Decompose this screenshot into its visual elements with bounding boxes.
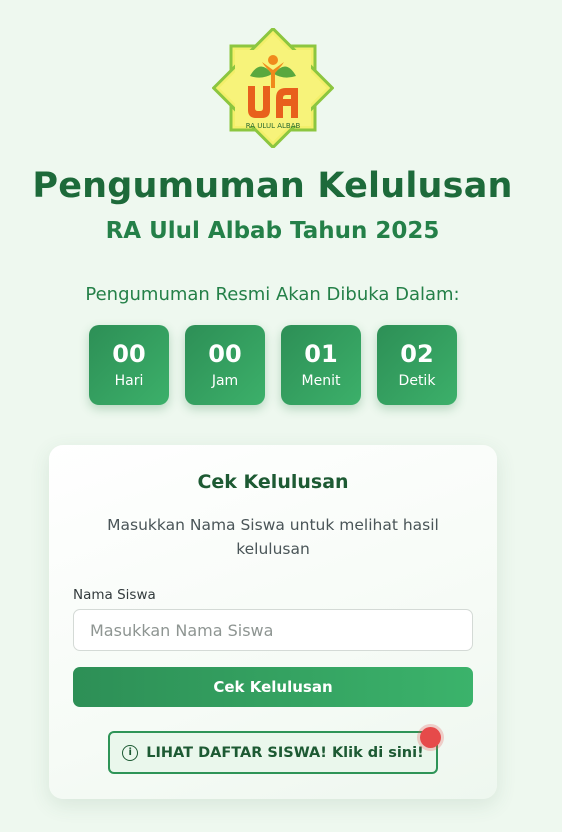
check-graduation-button[interactable]: Cek Kelulusan: [73, 667, 473, 707]
countdown-label: Pengumuman Resmi Akan Dibuka Dalam:: [85, 284, 460, 305]
countdown-seconds: 02 Detik: [377, 325, 457, 405]
check-graduation-card: Cek Kelulusan Masukkan Nama Siswa untuk …: [49, 445, 497, 799]
card-title: Cek Kelulusan: [197, 471, 349, 493]
countdown-minutes-label: Menit: [301, 373, 341, 389]
info-icon: i: [122, 744, 139, 761]
countdown-hours-value: 00: [208, 340, 242, 368]
page-title: Pengumuman Kelulusan: [32, 166, 513, 206]
student-list-button-label: LIHAT DAFTAR SISWA! Klik di sini!: [146, 744, 424, 761]
countdown-hours: 00 Jam: [185, 325, 265, 405]
countdown-minutes: 01 Menit: [281, 325, 361, 405]
countdown-days-value: 00: [112, 340, 146, 368]
logo-text: RA ULUL ALBAB: [246, 122, 301, 130]
countdown-days: 00 Hari: [89, 325, 169, 405]
countdown-days-label: Hari: [114, 373, 144, 389]
countdown-seconds-value: 02: [400, 340, 434, 368]
notification-dot: [420, 727, 441, 748]
countdown-hours-label: Jam: [211, 373, 239, 389]
student-name-label: Nama Siswa: [73, 587, 156, 603]
countdown-minutes-value: 01: [304, 340, 338, 368]
countdown-seconds-label: Detik: [398, 373, 436, 389]
countdown-timer: 00 Hari 00 Jam 01 Menit 02 Detik: [89, 325, 457, 405]
student-list-button[interactable]: i LIHAT DAFTAR SISWA! Klik di sini!: [108, 731, 438, 774]
page-subtitle: RA Ulul Albab Tahun 2025: [105, 218, 440, 244]
student-name-input[interactable]: [73, 609, 473, 651]
ra-ulul-albab-logo-image: RA ULUL ALBAB: [211, 26, 335, 150]
school-logo: RA ULUL ALBAB: [211, 26, 335, 150]
card-description: Masukkan Nama Siswa untuk melihat hasil …: [107, 516, 439, 558]
